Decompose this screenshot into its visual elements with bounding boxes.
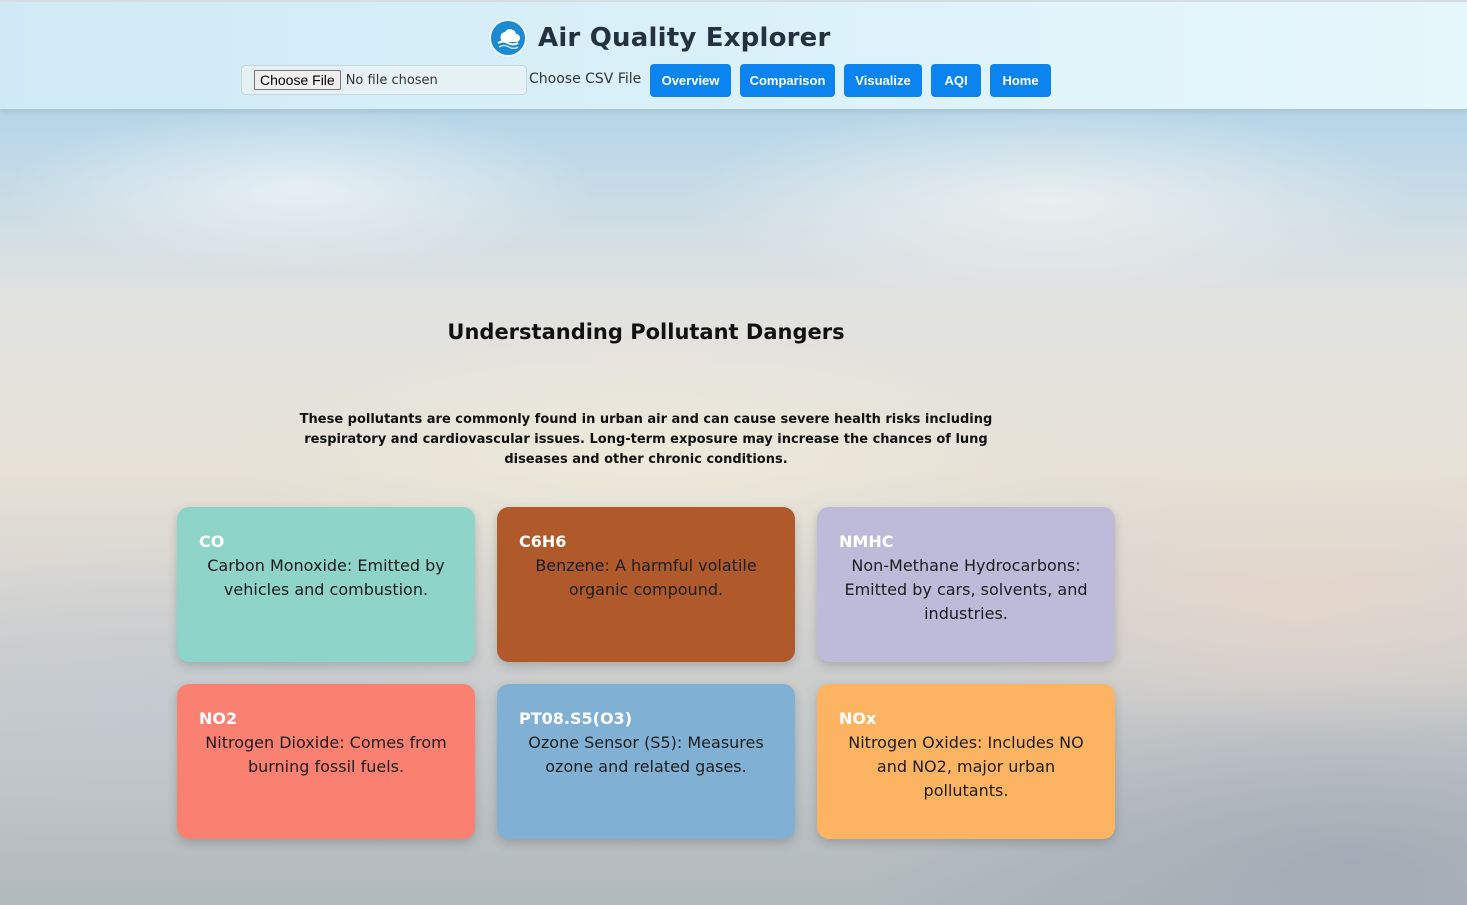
pollutant-code: PT08.S5(O3) xyxy=(519,709,632,728)
brand: Air Quality Explorer xyxy=(488,18,831,58)
nav-overview-button[interactable]: Overview xyxy=(650,64,731,97)
file-input[interactable]: Choose File No file chosen xyxy=(241,65,527,95)
pollutant-card-nmhc: NMHC Non-Methane Hydrocarbons: Emitted b… xyxy=(817,507,1115,662)
intro-paragraph: These pollutants are commonly found in u… xyxy=(299,412,993,467)
pollutant-card-nox: NOx Nitrogen Oxides: Includes NO and NO2… xyxy=(817,684,1115,839)
pollutant-code: C6H6 xyxy=(519,532,567,551)
pollutant-card-co: CO Carbon Monoxide: Emitted by vehicles … xyxy=(177,507,475,662)
nav-visualize-button[interactable]: Visualize xyxy=(844,64,922,97)
choose-file-button[interactable]: Choose File xyxy=(254,70,341,90)
csv-label: Choose CSV File xyxy=(529,71,642,87)
pollutant-code: CO xyxy=(199,532,225,551)
pollutant-code: NMHC xyxy=(839,532,894,551)
pollutant-card-c6h6: C6H6 Benzene: A harmful volatile organic… xyxy=(497,507,795,662)
pollutant-code: NOx xyxy=(839,709,877,728)
pollutant-card-no2: NO2 Nitrogen Dioxide: Comes from burning… xyxy=(177,684,475,839)
nav-home-button[interactable]: Home xyxy=(990,64,1051,97)
pollutant-description: Non-Methane Hydrocarbons: Emitted by car… xyxy=(844,556,1088,623)
nav-aqi-button[interactable]: AQI xyxy=(931,64,981,97)
app-header: Air Quality Explorer Choose File No file… xyxy=(0,0,1467,109)
page-heading: Understanding Pollutant Dangers xyxy=(447,320,845,344)
pollutant-card-o3: PT08.S5(O3) Ozone Sensor (S5): Measures … xyxy=(497,684,795,839)
pollutant-code: NO2 xyxy=(199,709,238,728)
pollutant-description: Ozone Sensor (S5): Measures ozone and re… xyxy=(528,733,764,776)
pollutant-description: Nitrogen Dioxide: Comes from burning fos… xyxy=(205,733,447,776)
pollutant-description: Benzene: A harmful volatile organic comp… xyxy=(535,556,757,599)
nav-comparison-button[interactable]: Comparison xyxy=(740,64,835,97)
pollutant-description: Nitrogen Oxides: Includes NO and NO2, ma… xyxy=(848,733,1084,800)
app-title: Air Quality Explorer xyxy=(538,23,831,53)
pollutant-description: Carbon Monoxide: Emitted by vehicles and… xyxy=(207,556,445,599)
cloud-logo-icon xyxy=(488,18,528,58)
file-status-text: No file chosen xyxy=(345,72,438,88)
